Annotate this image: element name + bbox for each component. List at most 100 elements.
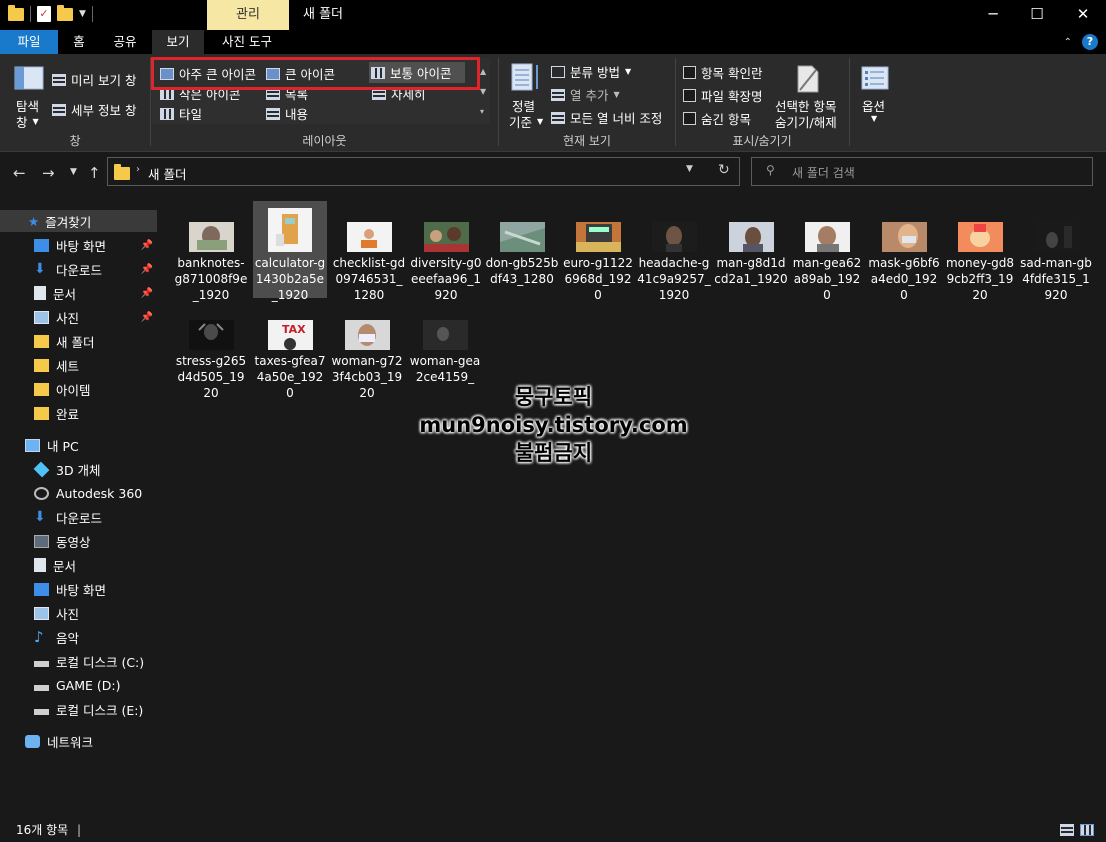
sidebar-item-set[interactable]: 세트 [0, 354, 157, 376]
sidebar-item-label: 다운로드 [56, 510, 103, 526]
hidden-items-option[interactable]: 숨긴 항목 [683, 109, 751, 128]
sidebar-item-pc-documents[interactable]: 문서 [0, 554, 157, 576]
hidden-items-checkbox[interactable] [683, 112, 696, 125]
file-item[interactable]: woman-g723f4cb03_1920 [330, 299, 404, 400]
layout-gallery-scroll[interactable]: ▲ ▼ ▾ [480, 62, 486, 122]
sidebar-item-this-pc[interactable]: 내 PC [0, 434, 157, 456]
file-item[interactable]: banknotes-g871008f9e_1920 [174, 201, 248, 302]
file-item[interactable]: TAX taxes-gfea74a50e_1920 [253, 299, 327, 400]
image-thumbnail [729, 222, 774, 252]
sidebar-item-3d-objects[interactable]: 3D 개체 [0, 458, 157, 480]
customize-toolbar-icon[interactable]: ▼ [79, 9, 86, 19]
tab-picture-tools[interactable]: 사진 도구 [210, 30, 284, 54]
sidebar-item-label: 로컬 디스크 (C:) [56, 654, 145, 670]
group-by-button[interactable]: 분류 방법 ▼ [551, 62, 631, 81]
sidebar-item-documents[interactable]: 문서 📌 [0, 282, 157, 304]
sidebar-item-done[interactable]: 완료 [0, 402, 157, 424]
pin-icon[interactable]: 📌 [141, 312, 153, 323]
file-item[interactable]: diversity-g0eeefaa96_1920 [409, 201, 483, 302]
minimize-button[interactable]: ─ [970, 0, 1016, 30]
sidebar-item-videos[interactable]: 동영상 [0, 530, 157, 552]
sidebar-item-drive-e[interactable]: 로컬 디스크 (E:) [0, 698, 157, 720]
refresh-icon[interactable]: ↻ [718, 162, 730, 178]
address-bar[interactable]: › 새 폴더 ▼ ↻ [107, 157, 740, 186]
tab-share[interactable]: 공유 [104, 30, 146, 54]
address-path[interactable]: 새 폴더 [148, 164, 186, 183]
file-item[interactable]: mask-g6bf6a4ed0_1920 [867, 201, 941, 302]
sidebar-item-network[interactable]: 네트워크 [0, 730, 157, 752]
item-checkboxes-option[interactable]: 항목 확인란 [683, 63, 762, 82]
details-pane-button[interactable]: 세부 정보 창 [52, 100, 136, 119]
sidebar-item-label: 새 폴더 [56, 334, 95, 350]
sidebar-item-drive-c[interactable]: 로컬 디스크 (C:) [0, 650, 157, 672]
sidebar-item-desktop[interactable]: 바탕 화면 📌 [0, 234, 157, 256]
sidebar-item-new-folder[interactable]: 새 폴더 [0, 330, 157, 352]
help-icon[interactable]: ? [1082, 34, 1098, 50]
preview-pane-button[interactable]: 미리 보기 창 [52, 70, 136, 89]
sidebar-item-pictures[interactable]: 사진 📌 [0, 306, 157, 328]
file-item[interactable]: man-gea62a89ab_1920 [790, 201, 864, 302]
tiles-label: 타일 [179, 107, 203, 122]
sidebar-item-drive-d[interactable]: GAME (D:) [0, 674, 157, 696]
properties-icon[interactable]: ✓ [37, 6, 51, 22]
chevron-down-icon[interactable]: ▼ [871, 114, 877, 123]
sidebar-item-autodesk[interactable]: Autodesk 360 [0, 482, 157, 504]
file-item[interactable]: calculator-g1430b2a5e_1920 [253, 201, 327, 302]
chevron-right-icon[interactable]: › [136, 164, 140, 175]
forward-button[interactable]: → [42, 164, 55, 182]
sidebar-item-downloads[interactable]: ⬇ 다운로드 📌 [0, 258, 157, 280]
pin-icon[interactable]: 📌 [141, 288, 153, 299]
back-button[interactable]: ← [13, 164, 26, 182]
sidebar-item-pc-downloads[interactable]: ⬇ 다운로드 [0, 506, 157, 528]
up-button[interactable]: ↑ [88, 164, 101, 182]
sidebar-item-music[interactable]: ♪ 음악 [0, 626, 157, 648]
close-button[interactable]: ✕ [1060, 0, 1106, 30]
status-bar: 16개 항목 | [0, 818, 1106, 842]
details-view-icon[interactable] [1060, 824, 1074, 836]
tab-view[interactable]: 보기 [152, 30, 204, 54]
size-all-columns-button[interactable]: 모든 열 너비 조정 [551, 108, 662, 127]
sidebar-item-items[interactable]: 아이템 [0, 378, 157, 400]
maximize-button[interactable]: ☐ [1014, 0, 1060, 30]
sidebar-item-quick-access[interactable]: ★ 즐겨찾기 [0, 210, 157, 232]
file-name: man-gea62a89ab_1920 [792, 256, 862, 302]
tiles-option[interactable]: 타일 [160, 104, 202, 123]
file-item[interactable]: money-gd89cb2ff3_1920 [943, 201, 1017, 302]
image-thumbnail [500, 222, 545, 252]
file-item[interactable]: stress-g265d4d505_1920 [174, 299, 248, 400]
collapse-ribbon-icon[interactable]: ⌃ [1064, 37, 1072, 48]
pin-icon[interactable]: 📌 [141, 264, 153, 275]
sort-by-dropdown[interactable]: 기준 ▼ [509, 112, 543, 131]
file-extensions-option[interactable]: 파일 확장명 [683, 86, 762, 105]
content-option[interactable]: 내용 [266, 104, 308, 123]
file-item[interactable]: headache-g41c9a9257_1920 [637, 201, 711, 302]
recent-locations-button[interactable]: ▼ [70, 167, 77, 177]
divider [91, 6, 93, 22]
file-item[interactable]: checklist-gd09746531_1280 [332, 201, 406, 302]
image-thumbnail [423, 320, 468, 350]
file-item[interactable]: man-g8d1dcd2a1_1920 [714, 201, 788, 299]
sidebar-item-label: 사진 [56, 310, 80, 326]
hide-selected-button-2[interactable]: 숨기기/해제 [775, 112, 837, 131]
tab-home[interactable]: 홈 [62, 30, 96, 54]
file-list: banknotes-g871008f9e_1920 calculator-g14… [163, 196, 1093, 816]
file-extensions-checkbox[interactable] [683, 89, 696, 102]
search-input[interactable]: ⚲ 새 폴더 검색 [751, 157, 1093, 186]
nav-pane-label-2: 창 [16, 115, 28, 130]
address-dropdown-icon[interactable]: ▼ [686, 164, 693, 174]
folder-icon[interactable] [8, 4, 24, 21]
item-checkboxes-checkbox[interactable] [683, 66, 696, 79]
pin-icon[interactable]: 📌 [141, 240, 153, 251]
manage-tab[interactable]: 관리 [207, 0, 289, 30]
sidebar-item-pc-pictures[interactable]: 사진 [0, 602, 157, 624]
file-item[interactable]: euro-g11226968d_1920 [561, 201, 635, 302]
options-button[interactable]: 옵션 [862, 96, 885, 115]
ribbon-tabs: 파일 홈 공유 보기 사진 도구 ⌃ ? [0, 30, 1106, 128]
large-icons-view-icon[interactable] [1080, 824, 1094, 836]
file-item[interactable]: don-gb525bdf43_1280 [485, 201, 559, 299]
add-columns-button[interactable]: 열 추가 ▼ [551, 85, 620, 104]
sidebar-item-pc-desktop[interactable]: 바탕 화면 [0, 578, 157, 600]
file-item[interactable]: sad-man-gb4fdfe315_1920 [1019, 201, 1093, 302]
new-folder-icon[interactable] [57, 4, 73, 21]
navigation-pane-dropdown[interactable]: 창 ▼ [16, 112, 39, 131]
